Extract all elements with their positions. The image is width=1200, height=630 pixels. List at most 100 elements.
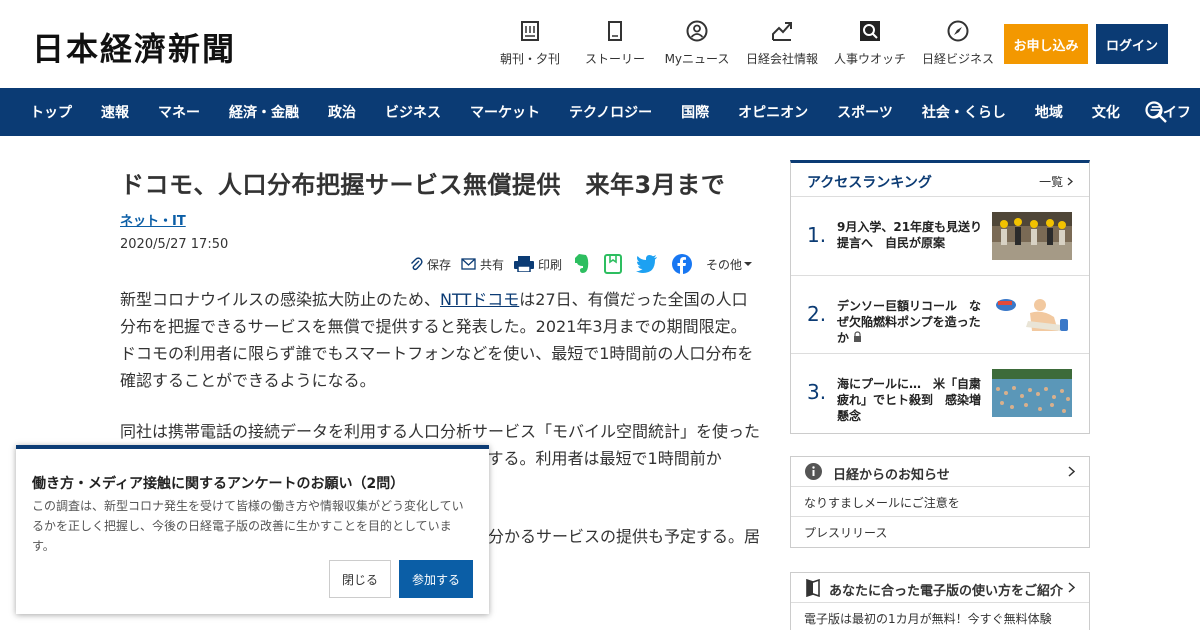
- compass-icon: [947, 20, 969, 42]
- nav-item-sports[interactable]: スポーツ: [837, 102, 893, 122]
- notice-item[interactable]: なりすましメールにご注意を: [791, 487, 1089, 517]
- ranking-header: アクセスランキング 一覧: [791, 163, 1089, 197]
- company-link[interactable]: NTTドコモ: [440, 290, 519, 309]
- nav-item-business[interactable]: ビジネス: [385, 102, 441, 122]
- nav-item-market[interactable]: マーケット: [470, 102, 540, 122]
- survey-title: 働き方・メディア接触に関するアンケートのお願い（2問）: [32, 476, 405, 492]
- nav-item-breaking[interactable]: 速報: [101, 102, 129, 122]
- header-tools: 朝刊・夕刊 ストーリー Myニュース 日経会社情報 人事ウオッチ 日経ビジネス: [490, 20, 1006, 67]
- nikkei-notices: 日経からのお知らせ なりすましメールにご注意を プレスリリース: [790, 456, 1090, 548]
- share-label: 共有: [479, 257, 504, 272]
- nav-item-money[interactable]: マネー: [158, 102, 200, 122]
- article-title: ドコモ、人口分布把握サービス無償提供 来年3月まで: [120, 171, 726, 199]
- ranking-number: 2.: [807, 301, 827, 326]
- tool-nikkei-business[interactable]: 日経ビジネス: [918, 20, 998, 67]
- notice-header[interactable]: 日経からのお知らせ: [791, 457, 1089, 487]
- ranking-headline: 9月入学、21年度も見送り提言へ 自民が原案: [837, 220, 983, 250]
- document-icon: [604, 20, 626, 42]
- survey-close-button[interactable]: 閉じる: [329, 560, 391, 598]
- nav-item-region[interactable]: 地域: [1035, 102, 1063, 122]
- clip-button[interactable]: [603, 254, 626, 274]
- nav-item-politics[interactable]: 政治: [328, 102, 356, 122]
- tool-story[interactable]: ストーリー: [578, 20, 652, 67]
- subscribe-button[interactable]: お申し込み: [1004, 24, 1088, 64]
- chevron-right-icon: [1067, 177, 1073, 186]
- ranking-all-label: 一覧: [1039, 175, 1064, 189]
- nav-item-technology[interactable]: テクノロジー: [569, 102, 652, 122]
- survey-join-button[interactable]: 参加する: [399, 560, 473, 598]
- notice-title: 日経からのお知らせ: [833, 468, 950, 483]
- ranking-number: 1.: [807, 223, 827, 247]
- nav-item-international[interactable]: 国際: [681, 102, 709, 122]
- survey-description: この調査は、新型コロナ発生を受けて皆様の働き方や情報収集がどう変化しているかを正…: [32, 499, 464, 553]
- nav-items: トップ 速報 マネー 経済・金融 政治 ビジネス マーケット テクノロジー 国際…: [30, 88, 1200, 136]
- print-label: 印刷: [537, 257, 562, 272]
- chart-icon: [771, 20, 793, 42]
- paperclip-icon: [410, 257, 423, 271]
- ranking-item[interactable]: 3. 海にプールに… 米「自粛疲れ」でヒト殺到 感染増懸念: [791, 354, 1089, 433]
- tool-label: 朝刊・夕刊: [499, 52, 560, 66]
- info-icon: [805, 463, 822, 484]
- share-bar: 保存 共有 印刷 その他: [399, 254, 756, 274]
- person-icon: [686, 20, 708, 42]
- ranking-thumbnail: [992, 369, 1072, 417]
- guide-header[interactable]: あなたに合った電子版の使い方をご紹介: [791, 573, 1089, 603]
- evernote-icon: [574, 254, 589, 273]
- article-date: 2020/5/27 17:50: [120, 237, 229, 252]
- newspaper-icon: [519, 20, 541, 42]
- main-nav: トップ 速報 マネー 経済・金融 政治 ビジネス マーケット テクノロジー 国際…: [0, 88, 1200, 136]
- tool-label: 日経ビジネス: [921, 52, 994, 66]
- ranking-item[interactable]: 1. 9月入学、21年度も見送り提言へ 自民が原案: [791, 197, 1089, 276]
- article-category[interactable]: ネット・IT: [120, 210, 186, 229]
- tool-company-info[interactable]: 日経会社情報: [742, 20, 822, 67]
- article: ドコモ、人口分布把握サービス無償提供 来年3月まで ネット・IT 2020/5/…: [120, 160, 1128, 573]
- save-button[interactable]: 保存: [409, 256, 451, 273]
- tool-label: ストーリー: [584, 52, 645, 66]
- search-person-icon: [859, 20, 881, 42]
- chevron-right-icon: [1068, 582, 1075, 593]
- ranking-headline: 海にプールに… 米「自粛疲れ」でヒト殺到 感染増懸念: [837, 377, 982, 423]
- ranking-title: アクセスランキング: [807, 175, 932, 191]
- nav-item-culture[interactable]: 文化: [1092, 102, 1120, 122]
- tool-newspaper[interactable]: 朝刊・夕刊: [490, 20, 570, 67]
- chevron-right-icon: [1068, 466, 1075, 477]
- login-button[interactable]: ログイン: [1096, 24, 1168, 64]
- bookmark-icon: [805, 578, 821, 601]
- access-ranking: アクセスランキング 一覧 1. 9月入学、21年度も見送り提言へ 自民が原案 2…: [790, 160, 1090, 434]
- twitter-button[interactable]: [635, 255, 662, 273]
- ranking-all-link[interactable]: 一覧: [1039, 173, 1073, 190]
- print-button[interactable]: 印刷: [513, 256, 562, 273]
- nav-item-top[interactable]: トップ: [30, 102, 72, 122]
- survey-popup: 働き方・メディア接触に関するアンケートのお願い（2問） この調査は、新型コロナ発…: [16, 445, 489, 614]
- ranking-number: 3.: [807, 380, 827, 404]
- guide-item[interactable]: 電子版は最初の1カ月が無料！今すぐ無料体験: [791, 603, 1089, 630]
- nav-item-economy[interactable]: 経済・金融: [229, 102, 299, 122]
- facebook-icon: [671, 254, 692, 274]
- more-button[interactable]: その他: [706, 256, 756, 273]
- tool-label: 日経会社情報: [745, 52, 818, 66]
- twitter-icon: [635, 255, 657, 273]
- evernote-button[interactable]: [572, 254, 594, 274]
- paragraph: 新型コロナウイルスの感染拡大防止のため、NTTドコモは27日、有償だった全国の人…: [120, 286, 760, 394]
- search-icon[interactable]: [1144, 100, 1168, 124]
- ranking-headline: デンソー巨額リコール なぜ欠陥燃料ポンプを造ったか: [837, 298, 987, 346]
- tool-mynews[interactable]: Myニュース: [660, 20, 734, 67]
- site-logo[interactable]: 日本経濟新聞: [32, 24, 236, 70]
- tool-personnel-watch[interactable]: 人事ウオッチ: [830, 20, 910, 67]
- nav-item-society[interactable]: 社会・くらし: [922, 102, 1006, 122]
- more-label: その他: [705, 257, 742, 272]
- facebook-button[interactable]: [671, 254, 696, 274]
- lock-icon: [854, 330, 862, 342]
- caret-down-icon: [744, 262, 752, 266]
- nav-item-opinion[interactable]: オピニオン: [738, 102, 808, 122]
- notice-item[interactable]: プレスリリース: [791, 517, 1089, 547]
- mail-icon: [461, 258, 476, 270]
- tool-label: Myニュース: [664, 52, 730, 66]
- save-label: 保存: [426, 257, 451, 272]
- clip-icon: [603, 254, 622, 274]
- site-header: 日本経濟新聞 朝刊・夕刊 ストーリー Myニュース 日経会社情報 人事ウオッチ …: [0, 0, 1200, 88]
- ranking-item[interactable]: 2. デンソー巨額リコール なぜ欠陥燃料ポンプを造ったか: [791, 276, 1089, 354]
- share-button[interactable]: 共有: [461, 256, 504, 273]
- paragraph-text: 新型コロナウイルスの感染拡大防止のため、: [120, 290, 441, 309]
- ranking-thumbnail: [992, 212, 1072, 260]
